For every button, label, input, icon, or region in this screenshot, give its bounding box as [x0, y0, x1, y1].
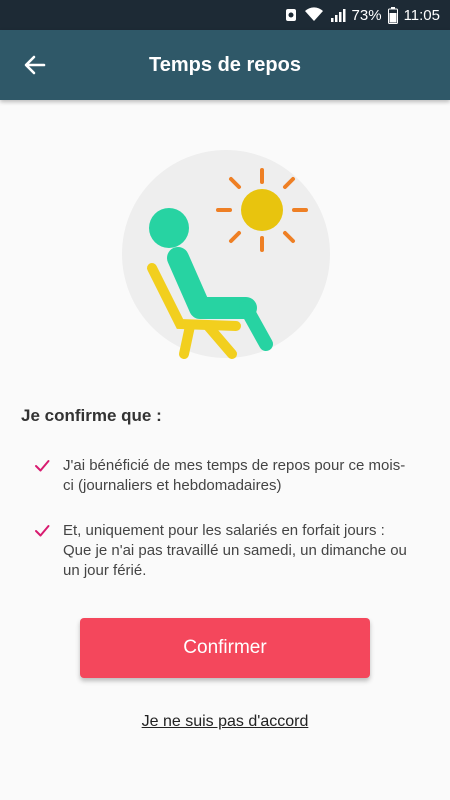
clock-time: 11:05 [403, 6, 440, 24]
checkmark-icon [35, 525, 50, 537]
battery-icon [387, 6, 398, 24]
signal-icon [330, 7, 346, 23]
checkmark-icon [35, 460, 50, 472]
checklist-item: J'ai bénéficié de mes temps de repos pou… [34, 456, 414, 496]
page-title: Temps de repos [149, 53, 301, 76]
confirm-button[interactable]: Confirmer [80, 618, 370, 678]
rest-illustration [120, 148, 332, 360]
battery-percent: 73% [351, 6, 382, 24]
app-bar: Temps de repos [0, 30, 450, 100]
confirmation-heading: Je confirme que : [21, 406, 162, 425]
notification-icon [284, 7, 298, 23]
back-button[interactable] [18, 48, 52, 82]
rest-chair-sun-illustration [122, 150, 330, 359]
checklist-item: Et, uniquement pour les salariés en forf… [34, 521, 414, 581]
wifi-icon [304, 7, 324, 23]
checklist-item-text: J'ai bénéficié de mes temps de repos pou… [63, 457, 406, 494]
disagree-link[interactable]: Je ne suis pas d'accord [0, 713, 450, 731]
status-bar: 73% 11:05 [0, 0, 450, 30]
sun-icon [241, 189, 283, 231]
arrow-left-icon [24, 55, 46, 75]
checklist-item-text: Et, uniquement pour les salariés en forf… [63, 522, 407, 579]
